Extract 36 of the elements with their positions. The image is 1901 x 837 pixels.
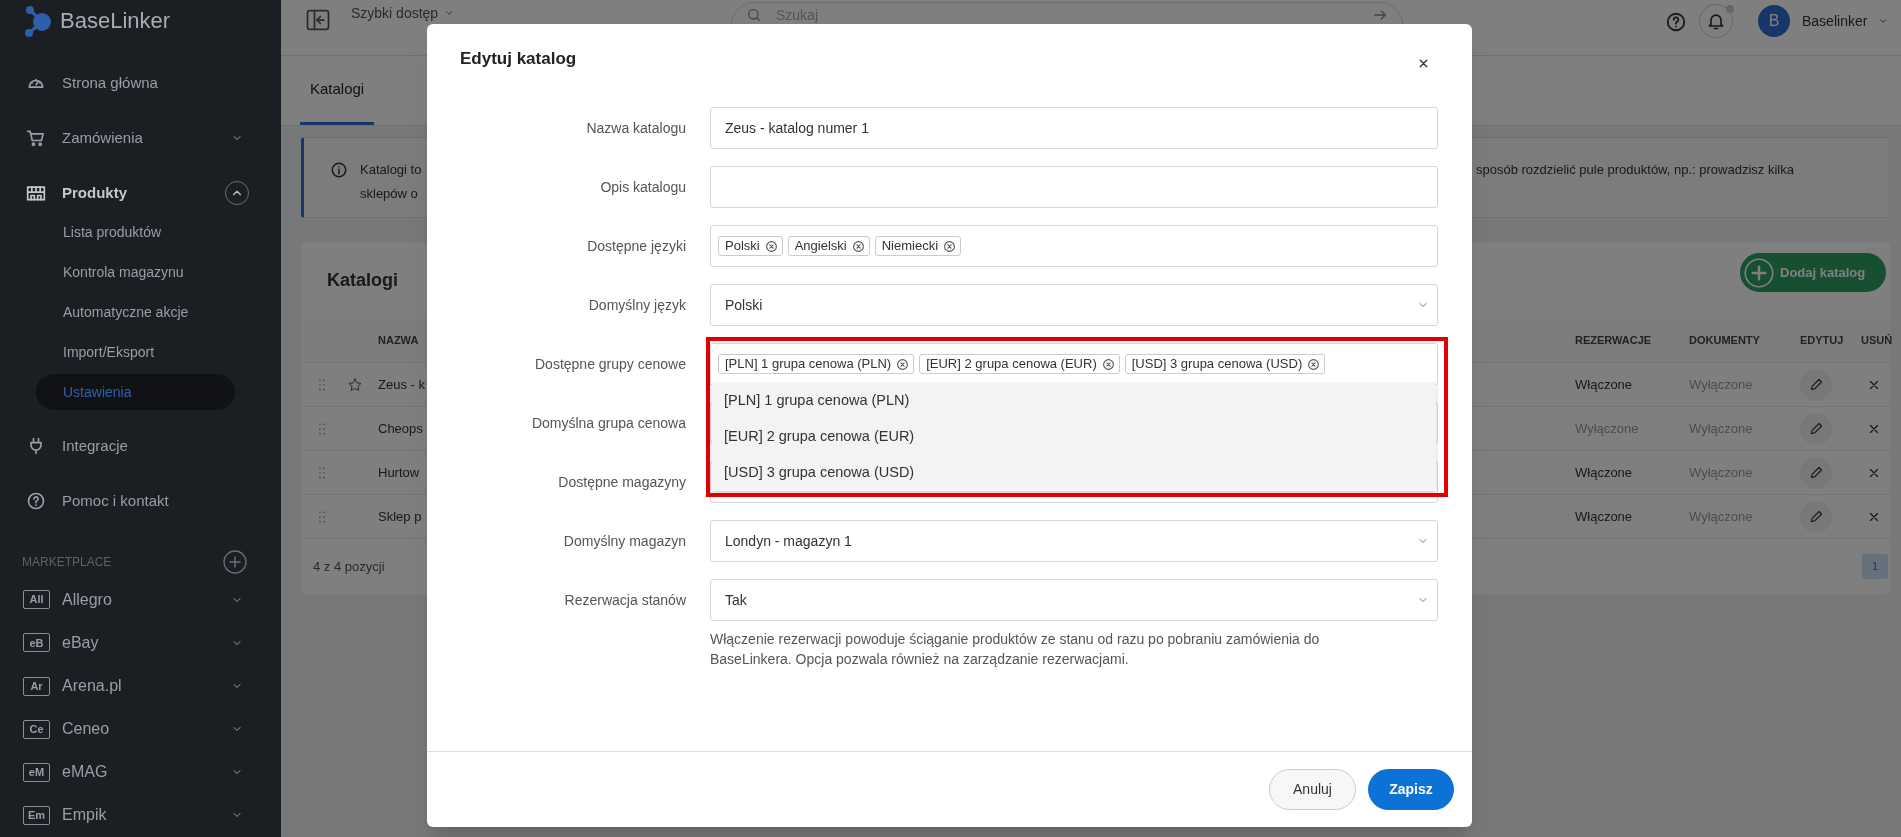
help-text: Włączenie rezerwacji powoduje ściąganie produktów ze stanu od razu po pobraniu zamówienia do BaseLinkera. Opcja pozwala również na zarządzanie rezerwacjami.: [710, 630, 1321, 669]
section-title: MARKETPLACE: [22, 554, 112, 572]
column-header: NAZWA: [378, 333, 420, 349]
field-label: Domyślny magazyn: [562, 531, 686, 551]
logo-text: BaseLinker: [60, 9, 171, 32]
badge: eM: [23, 762, 50, 782]
badge: Em: [23, 805, 50, 825]
badge: Ar: [23, 676, 50, 696]
info-text: sposób rozdzielić pule produktów, np.: prowadzisz kilka: [1476, 161, 1795, 179]
column-header: REZERWACJE: [1575, 333, 1653, 349]
table-cell-text: Hurtow: [378, 463, 421, 482]
badge: eB: [23, 633, 50, 653]
table-cell-text: Cheops: [378, 419, 424, 438]
info-text: sklepów o: [360, 185, 419, 203]
table-cell-text: Włączone: [1575, 507, 1634, 526]
field-label: Nazwa katalogu: [585, 118, 686, 138]
badge: All: [23, 590, 50, 610]
modal-title: Edytuj katalog: [460, 48, 577, 70]
field-label: Opis katalogu: [599, 177, 686, 197]
field-label: Dostępne języki: [586, 236, 686, 256]
field-label: Rezerwacja stanów: [563, 590, 686, 610]
field-label: Dostępne magazyny: [557, 472, 686, 492]
field-label: Dostępne grupy cenowe: [534, 354, 686, 374]
table-cell-text: Sklep p: [378, 507, 423, 526]
field-label: Domyślny język: [587, 295, 686, 315]
card-title: Katalogi: [327, 269, 398, 292]
field-label: Domyślna grupa cenowa: [530, 413, 686, 433]
pagination-summary: 4 z 4 pozycji: [313, 557, 385, 576]
column-header: EDYTUJ: [1800, 333, 1845, 349]
info-text: Katalogi to: [360, 161, 423, 179]
column-header: DOKUMENTY: [1689, 333, 1761, 349]
table-cell-text: Zeus - k: [378, 375, 424, 394]
table-cell-text: Włączone: [1575, 463, 1634, 482]
column-header: USUŃ: [1861, 333, 1890, 349]
badge: Ce: [23, 719, 50, 739]
table-cell-text: Włączone: [1575, 375, 1634, 394]
